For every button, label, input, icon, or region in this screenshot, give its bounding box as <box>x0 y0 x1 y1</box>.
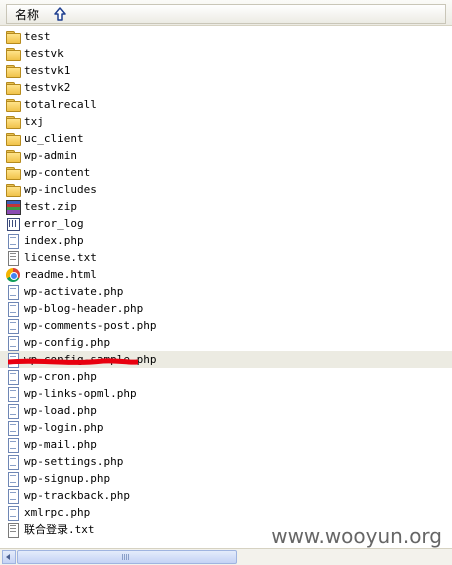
file-row[interactable]: wp-activate.php <box>0 283 452 300</box>
folder-icon <box>5 182 21 198</box>
php-file-icon <box>5 454 21 470</box>
php-file-icon <box>5 505 21 521</box>
php-file-icon <box>5 233 21 249</box>
file-name: license.txt <box>24 251 97 264</box>
file-row[interactable]: error_log <box>0 215 452 232</box>
folder-icon <box>5 46 21 62</box>
file-name: wp-comments-post.php <box>24 319 157 332</box>
folder-icon <box>5 29 21 45</box>
file-row[interactable]: wp-load.php <box>0 402 452 419</box>
file-row[interactable]: uc_client <box>0 130 452 147</box>
file-name: wp-trackback.php <box>24 489 130 502</box>
file-row[interactable]: wp-admin <box>0 147 452 164</box>
file-row[interactable]: wp-comments-post.php <box>0 317 452 334</box>
php-file-icon <box>5 386 21 402</box>
file-row[interactable]: license.txt <box>0 249 452 266</box>
file-row[interactable]: index.php <box>0 232 452 249</box>
file-row[interactable]: wp-cron.php <box>0 368 452 385</box>
file-name: error_log <box>24 217 84 230</box>
file-name: wp-signup.php <box>24 472 111 485</box>
folder-icon <box>5 63 21 79</box>
php-file-icon <box>5 420 21 436</box>
file-row[interactable]: totalrecall <box>0 96 452 113</box>
file-name: wp-settings.php <box>24 455 124 468</box>
php-file-icon <box>5 488 21 504</box>
file-name: wp-content <box>24 166 91 179</box>
file-row[interactable]: test.zip <box>0 198 452 215</box>
scrollbar-thumb[interactable] <box>17 550 237 564</box>
file-name: test <box>24 30 51 43</box>
file-name: wp-cron.php <box>24 370 97 383</box>
folder-icon <box>5 114 21 130</box>
file-list: test testvk testvk1 testvk2 totalrecall txj uc… <box>0 28 452 538</box>
file-name: wp-mail.php <box>24 438 97 451</box>
file-name: txj <box>24 115 44 128</box>
file-row[interactable]: testvk2 <box>0 79 452 96</box>
folder-icon <box>5 97 21 113</box>
folder-icon <box>5 165 21 181</box>
log-file-icon <box>5 216 21 232</box>
file-row[interactable]: txj <box>0 113 452 130</box>
file-name: 联合登录.txt <box>24 523 95 536</box>
file-name: wp-includes <box>24 183 97 196</box>
file-row[interactable]: wp-signup.php <box>0 470 452 487</box>
file-name: wp-admin <box>24 149 77 162</box>
folder-icon <box>5 80 21 96</box>
file-name: testvk2 <box>24 81 71 94</box>
file-name: xmlrpc.php <box>24 506 91 519</box>
scroll-left-arrow-icon[interactable] <box>2 550 16 564</box>
zip-archive-icon <box>5 199 21 215</box>
file-name: wp-load.php <box>24 404 97 417</box>
folder-icon <box>5 148 21 164</box>
file-name: totalrecall <box>24 98 97 111</box>
php-file-icon <box>5 284 21 300</box>
watermark: www.wooyun.org <box>271 524 442 548</box>
redaction-scribble <box>8 358 138 365</box>
php-file-icon <box>5 369 21 385</box>
file-name: index.php <box>24 234 84 247</box>
php-file-icon <box>5 471 21 487</box>
name-column-header[interactable]: 名称 <box>6 4 446 24</box>
file-row[interactable]: wp-links-opml.php <box>0 385 452 402</box>
file-name: wp-activate.php <box>24 285 124 298</box>
browser-icon <box>5 267 21 283</box>
file-name: readme.html <box>24 268 97 281</box>
file-row[interactable]: wp-includes <box>0 181 452 198</box>
list-header: 名称 <box>0 0 452 26</box>
php-file-icon <box>5 301 21 317</box>
file-row[interactable]: wp-content <box>0 164 452 181</box>
file-row[interactable]: wp-settings.php <box>0 453 452 470</box>
sort-ascending-arrow-icon[interactable] <box>53 7 67 21</box>
file-row[interactable]: testvk <box>0 45 452 62</box>
file-name: wp-config.php <box>24 336 111 349</box>
horizontal-scrollbar[interactable] <box>0 548 452 565</box>
file-name: wp-links-opml.php <box>24 387 137 400</box>
file-name: wp-login.php <box>24 421 104 434</box>
php-file-icon <box>5 437 21 453</box>
file-row[interactable]: wp-mail.php <box>0 436 452 453</box>
file-name: test.zip <box>24 200 77 213</box>
file-row[interactable]: test <box>0 28 452 45</box>
file-row[interactable]: wp-blog-header.php <box>0 300 452 317</box>
file-name: wp-blog-header.php <box>24 302 144 315</box>
file-name: testvk <box>24 47 64 60</box>
file-row[interactable]: readme.html <box>0 266 452 283</box>
file-row[interactable]: wp-login.php <box>0 419 452 436</box>
text-file-icon <box>5 522 21 538</box>
file-row[interactable]: xmlrpc.php <box>0 504 452 521</box>
folder-icon <box>5 131 21 147</box>
file-row[interactable]: testvk1 <box>0 62 452 79</box>
file-row[interactable]: wp-config.php <box>0 334 452 351</box>
php-file-icon <box>5 318 21 334</box>
name-column-label: 名称 <box>15 7 40 22</box>
php-file-icon <box>5 335 21 351</box>
file-row[interactable]: wp-trackback.php <box>0 487 452 504</box>
file-name: testvk1 <box>24 64 71 77</box>
php-file-icon <box>5 403 21 419</box>
text-file-icon <box>5 250 21 266</box>
file-name: uc_client <box>24 132 84 145</box>
